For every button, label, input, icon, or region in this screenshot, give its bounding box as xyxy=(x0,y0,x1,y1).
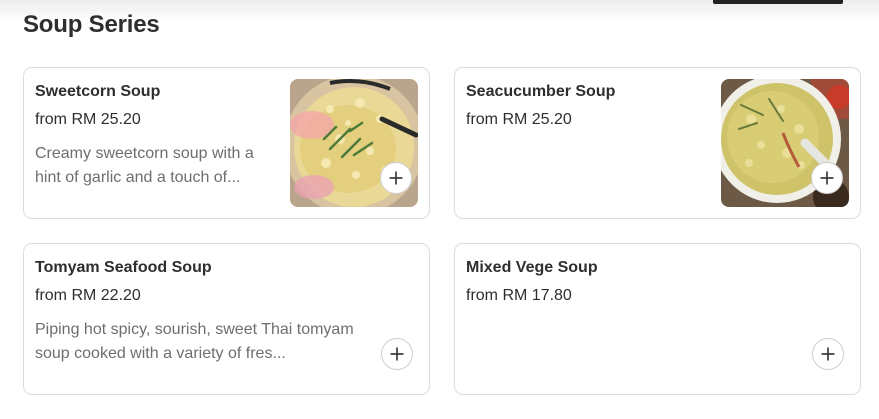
item-name: Mixed Vege Soup xyxy=(466,259,598,276)
header-button-edge[interactable] xyxy=(713,0,843,4)
item-name: Sweetcorn Soup xyxy=(35,83,161,100)
item-price: from RM 25.20 xyxy=(466,111,572,128)
menu-item-card-mixed-vege-soup[interactable]: Mixed Vege Soup from RM 17.80 xyxy=(454,243,861,395)
plus-icon xyxy=(390,347,404,361)
menu-item-card-sweetcorn-soup[interactable]: Sweetcorn Soup from RM 25.20 Creamy swee… xyxy=(23,67,430,219)
menu-item-card-tomyam-seafood-soup[interactable]: Tomyam Seafood Soup from RM 22.20 Piping… xyxy=(23,243,430,395)
section-title: Soup Series xyxy=(23,11,160,38)
menu-item-card-seacucumber-soup[interactable]: Seacucumber Soup from RM 25.20 xyxy=(454,67,861,219)
item-description: Creamy sweetcorn soup with a hint of gar… xyxy=(35,145,254,186)
plus-icon xyxy=(820,171,834,185)
item-description: Piping hot spicy, sourish, sweet Thai to… xyxy=(35,321,354,362)
add-to-cart-button[interactable] xyxy=(380,162,412,194)
item-name: Tomyam Seafood Soup xyxy=(35,259,212,276)
plus-icon xyxy=(389,171,403,185)
item-price: from RM 22.20 xyxy=(35,287,141,304)
plus-icon xyxy=(821,347,835,361)
add-to-cart-button[interactable] xyxy=(811,162,843,194)
item-price: from RM 25.20 xyxy=(35,111,141,128)
item-name: Seacucumber Soup xyxy=(466,83,616,100)
add-to-cart-button[interactable] xyxy=(381,338,413,370)
item-price: from RM 17.80 xyxy=(466,287,572,304)
add-to-cart-button[interactable] xyxy=(812,338,844,370)
